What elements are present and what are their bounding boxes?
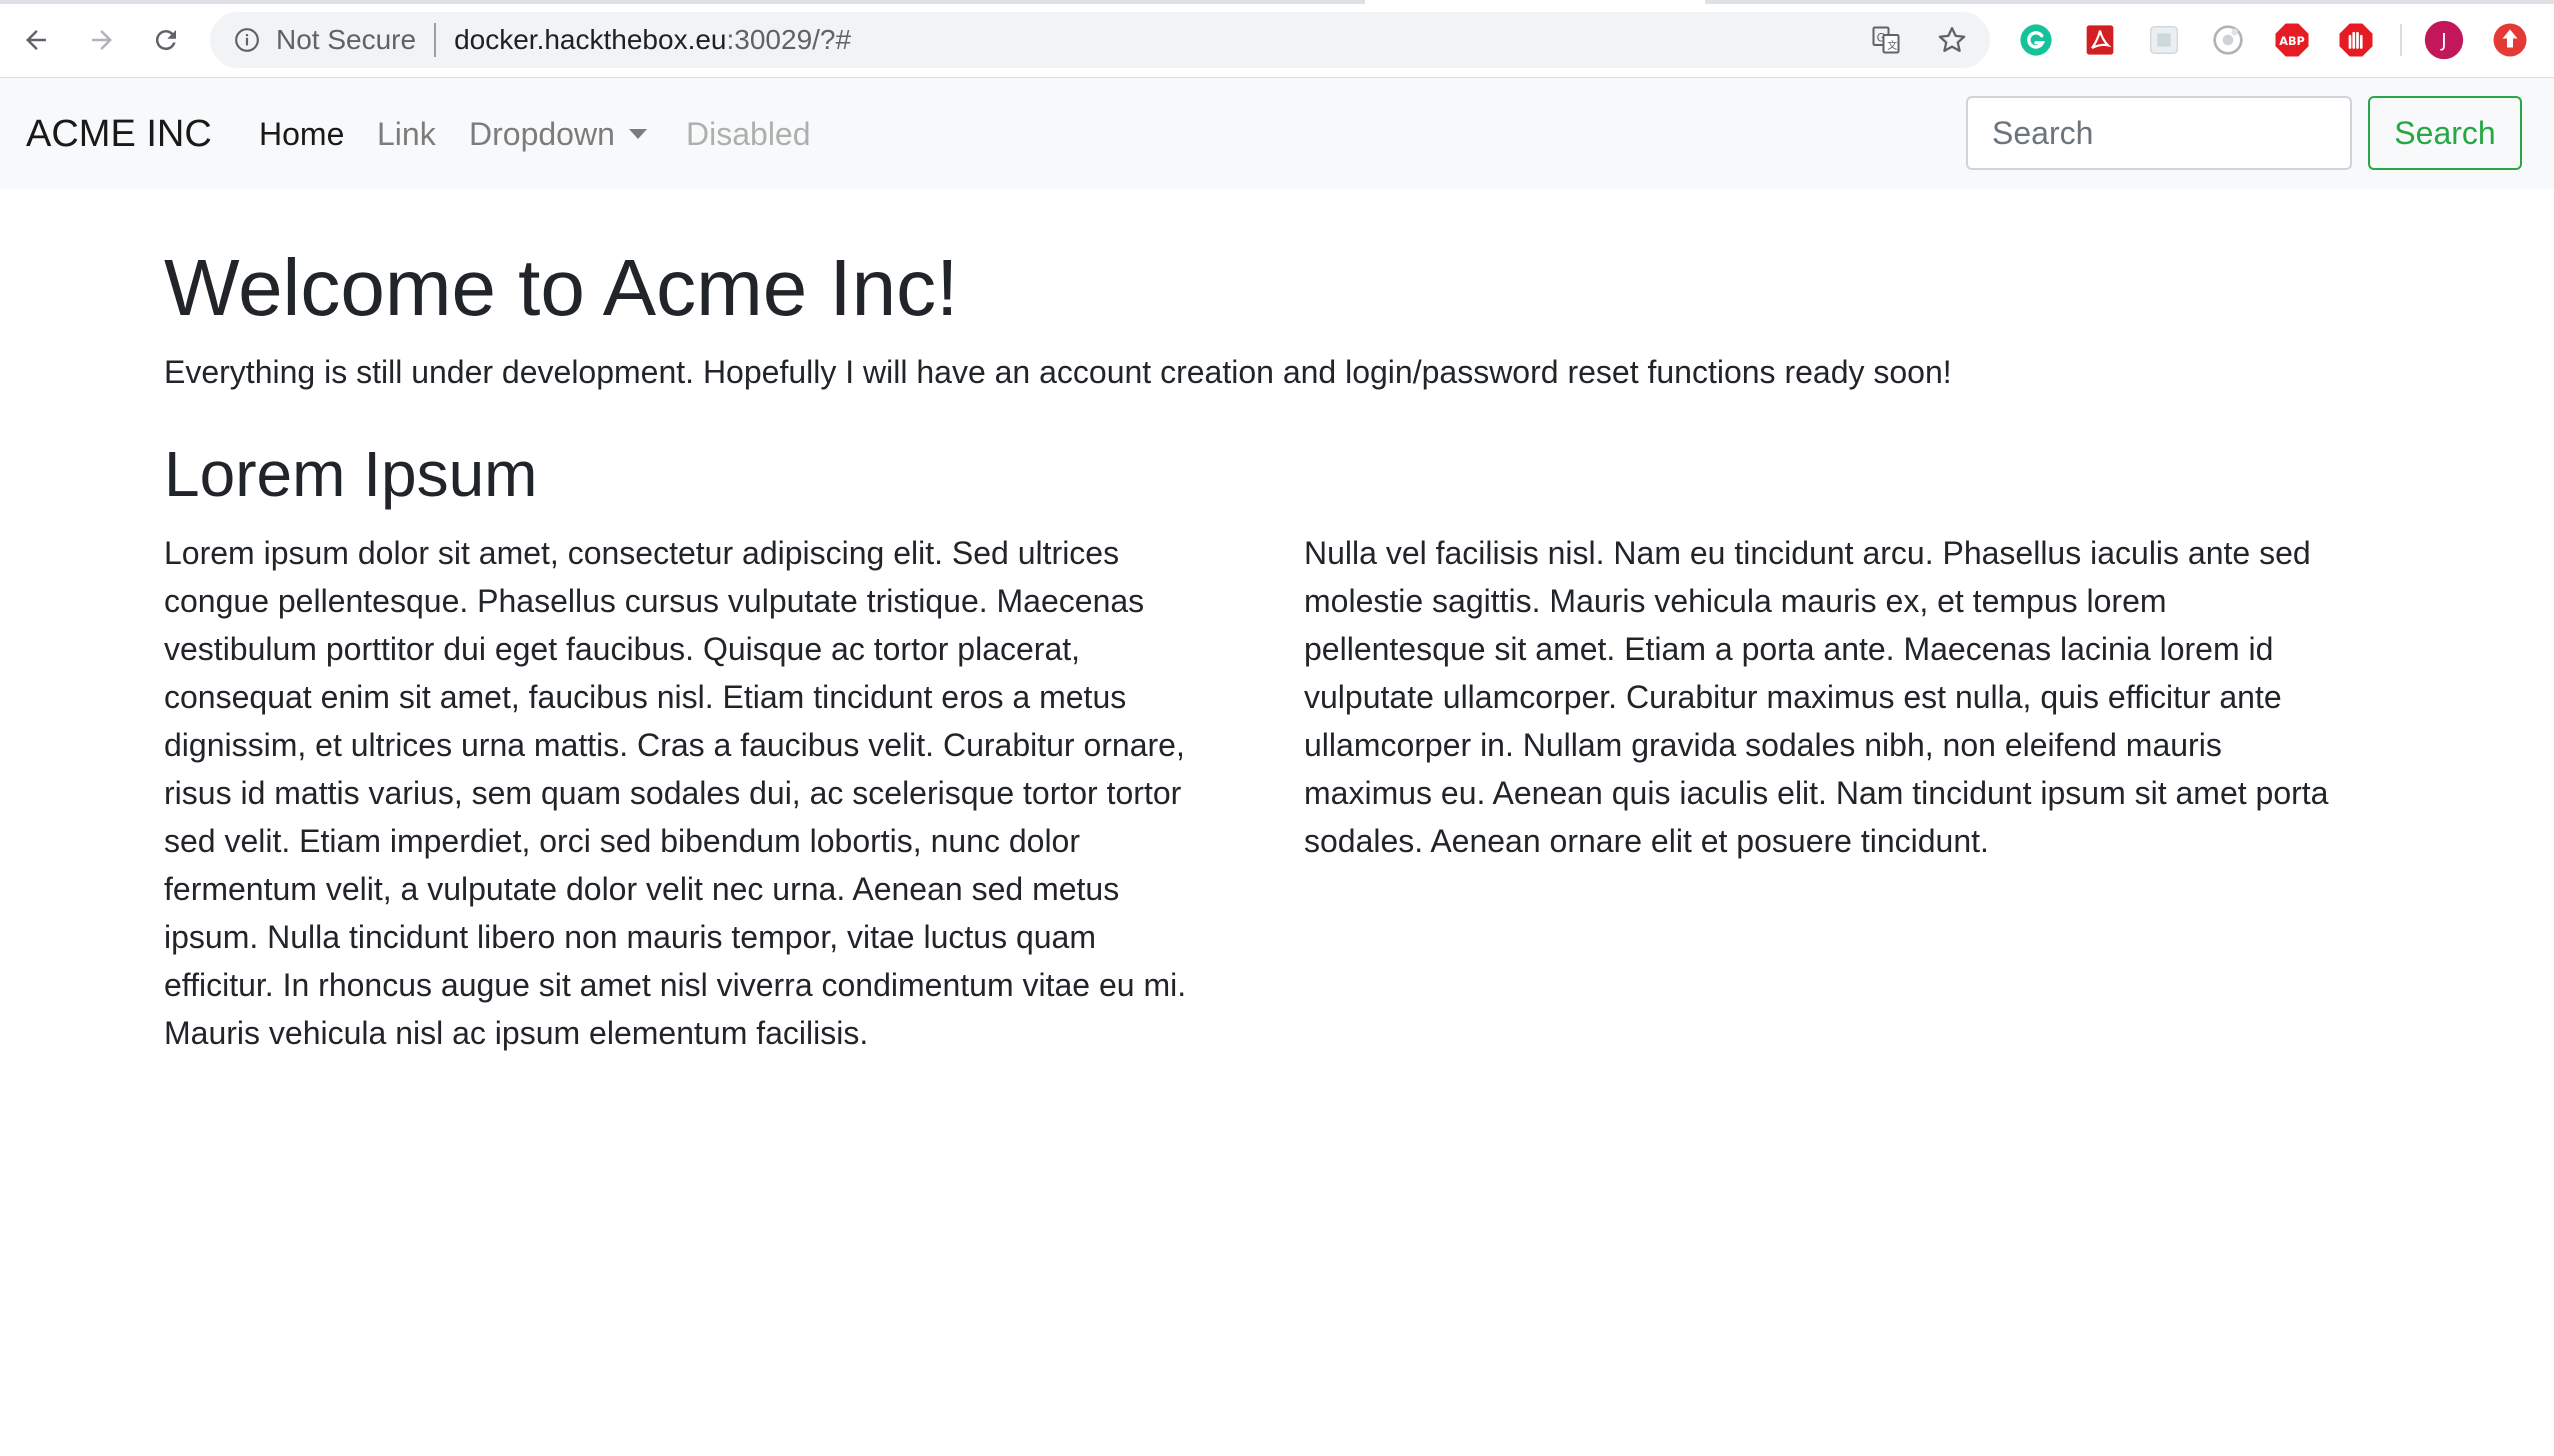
nav-dropdown-label: Dropdown (469, 116, 615, 152)
search-button[interactable]: Search (2368, 96, 2522, 170)
update-icon[interactable] (2490, 20, 2530, 60)
page-title: Welcome to Acme Inc! (164, 243, 959, 332)
svg-text:文: 文 (1887, 39, 1897, 52)
browser-toolbar: Not Secure docker.hackthebox.eu:30029/?#… (0, 0, 2554, 78)
svg-text:G: G (1877, 31, 1886, 44)
main-content: Welcome to Acme Inc! Everything is still… (164, 240, 2394, 1057)
paragraph-left: Lorem ipsum dolor sit amet, consectetur … (164, 534, 1187, 1051)
info-icon[interactable] (232, 25, 262, 55)
grammarly-icon[interactable] (2016, 20, 2056, 60)
lead-text: Everything is still under development. H… (164, 354, 1952, 390)
stop-icon[interactable] (2336, 20, 2376, 60)
url-host: docker.hackthebox.eu (454, 24, 727, 55)
nav-dropdown[interactable]: Dropdown (469, 116, 647, 153)
brand-logo[interactable]: ACME INC (26, 113, 212, 156)
nav-disabled: Disabled (686, 116, 811, 152)
tab-strip-segment (0, 0, 1365, 4)
back-arrow-icon[interactable] (14, 18, 58, 62)
caret-down-icon (628, 129, 647, 139)
nav-home[interactable]: Home (259, 116, 344, 153)
site-navbar: ACME INC Home Link Dropdown Disabled Sea… (0, 78, 2554, 189)
tab-strip (0, 0, 2554, 4)
reload-icon[interactable] (144, 18, 188, 62)
toolbar-divider (2400, 24, 2402, 56)
security-label: Not Secure (276, 24, 417, 55)
adblock-icon[interactable]: ABP (2272, 20, 2312, 60)
forward-arrow-icon[interactable] (80, 18, 124, 62)
svg-text:ABP: ABP (2279, 35, 2305, 48)
tab-strip-segment (1705, 0, 2554, 4)
profile-avatar[interactable]: J (2424, 20, 2464, 60)
address-divider (434, 23, 437, 57)
extension-icon[interactable] (2144, 20, 2184, 60)
url-text: docker.hackthebox.eu:30029/?# (454, 24, 851, 56)
acrobat-icon[interactable] (2080, 20, 2120, 60)
section-heading: Lorem Ipsum (164, 438, 538, 510)
text-columns: Lorem ipsum dolor sit amet, consectetur … (164, 529, 2394, 1057)
paragraph-right: Nulla vel facilisis nisl. Nam eu tincidu… (1304, 534, 2329, 859)
svg-text:J: J (2440, 31, 2446, 52)
nav-link[interactable]: Link (377, 116, 436, 153)
translate-icon[interactable]: G文 (1868, 22, 1904, 58)
url-path: :30029/?# (726, 24, 852, 55)
search-input[interactable] (1966, 96, 2352, 170)
address-bar[interactable]: Not Secure docker.hackthebox.eu:30029/?#… (210, 12, 1990, 68)
screencast-icon[interactable] (2208, 20, 2248, 60)
star-icon[interactable] (1934, 22, 1970, 58)
